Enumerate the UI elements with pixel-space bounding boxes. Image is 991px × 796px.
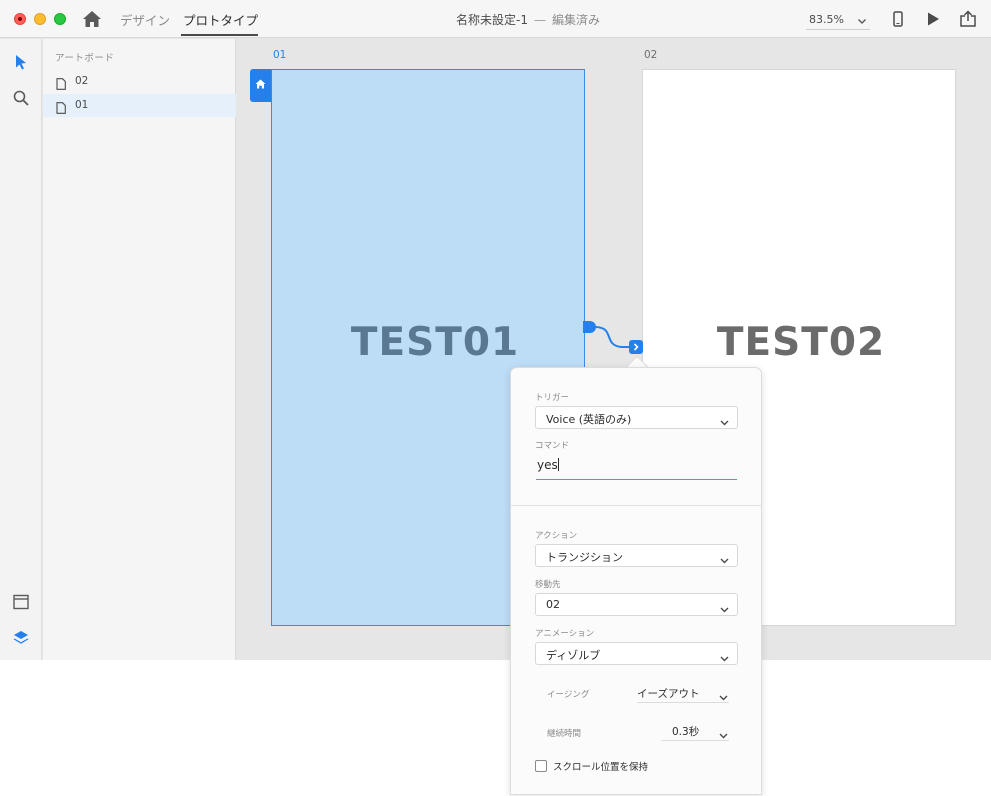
easing-dropdown[interactable]: イーズアウト: [637, 683, 729, 703]
layer-label: 01: [75, 99, 89, 111]
interaction-popover: トリガー Voice (英語のみ) コマンド yes アクション トランジション…: [510, 367, 762, 795]
assets-icon[interactable]: [12, 593, 30, 611]
command-value: yes: [537, 458, 558, 472]
easing-label: イージング: [547, 690, 590, 700]
chevron-right-icon: [633, 343, 639, 351]
destination-value: 02: [546, 598, 560, 611]
trigger-value: Voice (英語のみ): [546, 413, 632, 426]
duration-label: 継続時間: [547, 729, 582, 739]
zoom-dropdown[interactable]: 83.5%: [806, 8, 870, 30]
destination-dropdown[interactable]: 02: [535, 593, 738, 616]
animation-dropdown[interactable]: ディゾルブ: [535, 642, 738, 665]
app-window: デザイン プロトタイプ 名称未設定-1— 編集済み 83.5% アートボード 0…: [0, 0, 991, 660]
action-label: アクション: [535, 531, 578, 541]
action-value: トランジション: [546, 551, 623, 564]
chevron-down-icon: [719, 600, 730, 613]
layers-icon[interactable]: [12, 629, 30, 647]
animation-value: ディゾルブ: [546, 649, 601, 662]
select-arrow-icon[interactable]: [12, 53, 30, 71]
play-icon[interactable]: [924, 10, 942, 28]
command-input[interactable]: yes: [536, 454, 737, 480]
document-status: 編集済み: [551, 13, 600, 27]
share-icon[interactable]: [959, 10, 977, 28]
preserve-scroll-label[interactable]: スクロール位置を保持: [553, 759, 648, 773]
wire-connector: [594, 326, 630, 348]
layers-panel: アートボード 02 01: [43, 39, 236, 660]
artboard-text: TEST02: [716, 320, 886, 365]
artboard-01-label[interactable]: 01: [273, 49, 286, 61]
zoom-search-icon[interactable]: [12, 89, 30, 107]
action-dropdown[interactable]: トランジション: [535, 544, 738, 567]
title-bar: デザイン プロトタイプ 名称未設定-1— 編集済み 83.5%: [0, 0, 991, 38]
artboard-text: TEST01: [350, 320, 520, 365]
trigger-dropdown[interactable]: Voice (英語のみ): [535, 406, 738, 429]
command-label: コマンド: [535, 441, 570, 451]
wire-target-handle[interactable]: [629, 340, 643, 354]
chevron-down-icon: [719, 551, 730, 564]
title-separator: —: [533, 13, 546, 27]
layer-item-02[interactable]: 02: [43, 70, 236, 93]
layer-label: 02: [75, 75, 89, 87]
destination-label: 移動先: [535, 580, 561, 590]
chevron-down-icon: [856, 12, 868, 24]
animation-label: アニメーション: [535, 629, 595, 639]
document-icon: [56, 75, 66, 90]
preserve-scroll-checkbox[interactable]: [535, 760, 547, 772]
chevron-down-icon: [718, 726, 729, 739]
document-icon: [56, 99, 66, 114]
artboard-02-label[interactable]: 02: [644, 49, 657, 61]
home-icon: [255, 79, 266, 89]
home-artboard-flag[interactable]: [250, 69, 271, 102]
zoom-value: 83.5%: [809, 13, 844, 26]
popover-divider: [511, 505, 761, 506]
trigger-label: トリガー: [535, 393, 570, 403]
duration-value: 0.3秒: [672, 726, 700, 738]
layer-item-01[interactable]: 01: [43, 94, 236, 117]
duration-dropdown[interactable]: 0.3秒: [661, 721, 729, 741]
chevron-down-icon: [719, 649, 730, 662]
chevron-down-icon: [719, 413, 730, 426]
tool-bar: [0, 39, 42, 660]
chevron-down-icon: [718, 688, 729, 701]
document-name: 名称未設定-1: [456, 13, 528, 27]
text-caret: [557, 458, 559, 471]
easing-value: イーズアウト: [637, 688, 700, 700]
mobile-device-icon[interactable]: [889, 10, 907, 28]
layers-header: アートボード: [55, 53, 115, 64]
active-tab-indicator: [181, 34, 258, 36]
